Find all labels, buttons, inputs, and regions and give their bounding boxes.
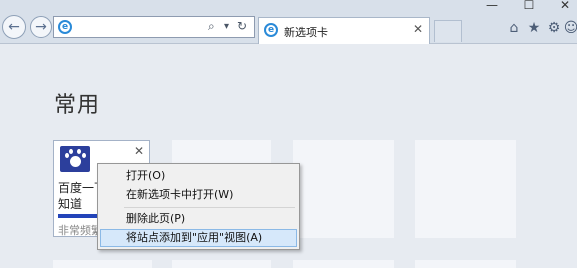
- menu-item-delete-page[interactable]: 删除此页(P): [100, 210, 297, 228]
- window-close-button[interactable]: ✕: [550, 0, 577, 12]
- refresh-icon[interactable]: ↻: [237, 19, 247, 33]
- ie-icon: e: [264, 23, 278, 37]
- forward-icon: →: [35, 19, 47, 35]
- close-icon[interactable]: ✕: [134, 144, 144, 158]
- empty-tile[interactable]: [415, 140, 516, 238]
- maximize-button[interactable]: ☐: [514, 0, 544, 12]
- menu-item-open-new-tab[interactable]: 在新选项卡中打开(W): [100, 186, 297, 204]
- menu-item-add-to-apps[interactable]: 将站点添加到"应用"视图(A): [100, 229, 297, 247]
- minimize-button[interactable]: —: [477, 0, 507, 12]
- tab-title: 新选项卡: [284, 26, 328, 39]
- empty-tile[interactable]: [293, 260, 394, 268]
- favorites-icon[interactable]: ★: [526, 20, 542, 36]
- smiley-icon[interactable]: ☺: [563, 20, 577, 36]
- search-icon[interactable]: ⌕: [208, 19, 215, 34]
- new-tab-button[interactable]: [434, 20, 462, 42]
- home-icon[interactable]: ⌂: [506, 20, 522, 36]
- context-menu: 打开(O) 在新选项卡中打开(W) 删除此页(P) 将站点添加到"应用"视图(A…: [97, 163, 300, 250]
- tab-new-tab[interactable]: e 新选项卡 ✕: [258, 17, 430, 44]
- address-bar[interactable]: e ⌕ ▾ ↻: [53, 16, 255, 38]
- menu-item-open[interactable]: 打开(O): [100, 167, 297, 185]
- frequency-bar: [58, 214, 98, 218]
- menu-separator: [124, 207, 295, 208]
- gear-icon[interactable]: ⚙: [546, 20, 562, 36]
- close-icon[interactable]: ✕: [413, 22, 423, 36]
- empty-tile[interactable]: [415, 260, 516, 268]
- baidu-paw-icon: [60, 146, 90, 172]
- empty-tile[interactable]: [293, 140, 394, 238]
- page-title: 常用: [54, 93, 101, 118]
- ie-icon: e: [58, 20, 72, 34]
- empty-tile[interactable]: [53, 260, 152, 268]
- browser-chrome: ← → e ⌕ ▾ ↻ e 新选项卡 ✕ — ☐ ✕ ⌂ ★ ⚙ ☺: [0, 0, 577, 44]
- empty-tile[interactable]: [172, 260, 271, 268]
- forward-button[interactable]: →: [30, 16, 52, 38]
- dropdown-icon[interactable]: ▾: [224, 21, 229, 32]
- back-button[interactable]: ←: [2, 15, 26, 39]
- back-icon: ←: [8, 19, 20, 35]
